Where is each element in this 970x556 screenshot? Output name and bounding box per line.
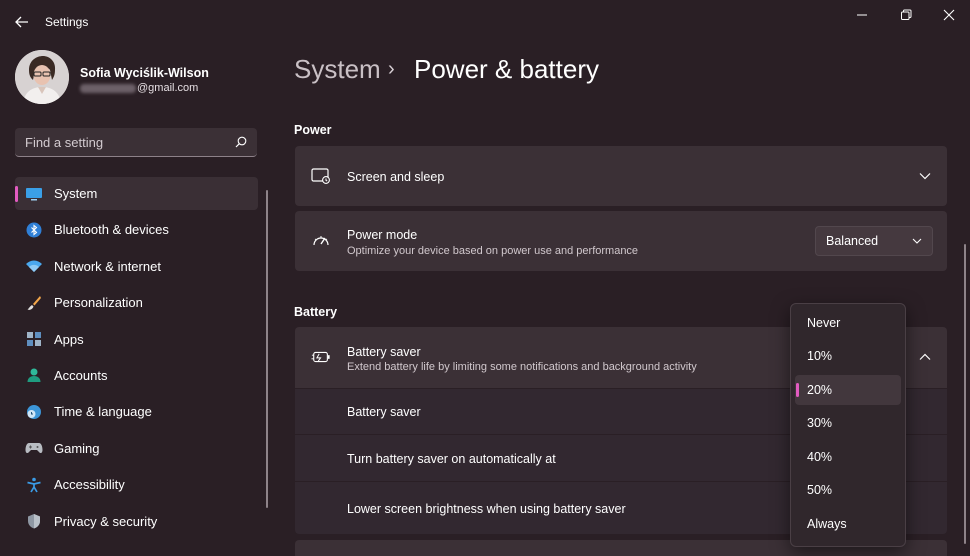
menu-item-40[interactable]: 40%	[795, 442, 901, 472]
auto-battery-saver-label: Turn battery saver on automatically at	[347, 452, 556, 466]
power-mode-value: Balanced	[826, 234, 879, 248]
chevron-up-icon[interactable]	[919, 353, 931, 361]
menu-item-always[interactable]: Always	[795, 509, 901, 539]
breadcrumb-parent[interactable]: System	[294, 54, 381, 85]
restore-icon	[901, 9, 912, 20]
sidebar-item-time-language[interactable]: Time & language	[15, 395, 258, 428]
back-arrow-icon	[15, 16, 28, 28]
battery-saver-subtitle: Extend battery life by limiting some not…	[347, 361, 697, 373]
sidebar-item-privacy-security[interactable]: Privacy & security	[15, 505, 258, 538]
power-mode-subtitle: Optimize your device based on power use …	[347, 245, 639, 257]
search-input[interactable]: Find a setting	[25, 135, 235, 150]
sidebar-nav: System Bluetooth & devices Network & int…	[15, 177, 258, 541]
wifi-icon	[25, 257, 43, 275]
battery-threshold-menu: Never 10% 20% 30% 40% 50% Always	[790, 303, 906, 547]
content-scrollbar[interactable]	[964, 244, 966, 544]
close-button[interactable]	[927, 4, 970, 26]
chevron-down-icon	[912, 238, 922, 244]
title-bar: Settings	[0, 0, 970, 44]
battery-section-title: Battery	[294, 305, 338, 319]
sidebar-item-label: Privacy & security	[54, 513, 158, 529]
menu-item-20[interactable]: 20%	[795, 375, 901, 405]
sidebar-item-gaming[interactable]: Gaming	[15, 432, 258, 465]
email-domain: @gmail.com	[137, 82, 199, 94]
clock-globe-icon	[25, 403, 43, 421]
app-title: Settings	[45, 15, 89, 29]
person-icon	[25, 366, 43, 384]
search-box[interactable]: Find a setting	[15, 128, 257, 157]
sidebar-item-bluetooth-devices[interactable]: Bluetooth & devices	[15, 213, 258, 246]
chevron-down-icon[interactable]	[919, 172, 931, 180]
menu-item-never[interactable]: Never	[795, 308, 901, 338]
battery-saver-icon	[311, 347, 331, 367]
sidebar-item-label: Accounts	[54, 367, 108, 383]
sidebar-item-label: Personalization	[54, 295, 143, 311]
sidebar-item-label: Apps	[54, 331, 84, 347]
user-name: Sofia Wyciślik-Wilson	[80, 66, 209, 80]
breadcrumb-separator: ›	[388, 58, 395, 80]
email-redaction	[80, 83, 136, 93]
apps-icon	[25, 330, 43, 348]
sidebar-item-label: Network & internet	[54, 258, 161, 274]
sidebar-item-label: Accessibility	[54, 477, 125, 493]
search-icon	[235, 136, 247, 148]
power-mode-icon	[311, 230, 331, 250]
screen-sleep-icon	[311, 166, 331, 186]
lower-brightness-label: Lower screen brightness when using batte…	[347, 502, 626, 516]
sidebar-item-network[interactable]: Network & internet	[15, 250, 258, 283]
back-button[interactable]	[10, 10, 34, 34]
screen-sleep-title: Screen and sleep	[347, 170, 445, 184]
menu-item-30[interactable]: 30%	[795, 409, 901, 439]
sidebar-item-label: Bluetooth & devices	[54, 222, 169, 238]
sidebar-item-system[interactable]: System	[15, 177, 258, 210]
sidebar-item-label: System	[54, 186, 98, 201]
sidebar-item-label: Gaming	[54, 440, 100, 456]
sidebar-item-personalization[interactable]: Personalization	[15, 286, 258, 319]
battery-saver-title: Battery saver	[347, 345, 421, 359]
minimize-icon	[857, 14, 867, 16]
restore-button[interactable]	[884, 4, 928, 26]
sidebar-item-label: Time & language	[54, 404, 152, 420]
menu-item-50[interactable]: 50%	[795, 476, 901, 506]
gamepad-icon	[25, 439, 43, 457]
minimize-button[interactable]	[840, 4, 884, 26]
battery-saver-row-label: Battery saver	[347, 405, 421, 419]
close-icon	[943, 9, 955, 21]
brush-icon	[25, 294, 43, 312]
avatar[interactable]	[15, 50, 69, 104]
power-section-title: Power	[294, 123, 332, 137]
power-mode-title: Power mode	[347, 228, 418, 242]
menu-item-10[interactable]: 10%	[795, 342, 901, 372]
bluetooth-icon	[25, 221, 43, 239]
screen-sleep-card[interactable]: Screen and sleep	[295, 146, 947, 206]
power-mode-dropdown[interactable]: Balanced	[815, 226, 933, 256]
page-title: Power & battery	[414, 54, 599, 84]
user-email: @gmail.com	[80, 82, 198, 94]
monitor-icon	[25, 185, 43, 203]
avatar-photo	[15, 50, 69, 104]
sidebar-scrollbar[interactable]	[266, 190, 268, 508]
shield-icon	[25, 512, 43, 530]
accessibility-icon	[25, 476, 43, 494]
sidebar-item-accounts[interactable]: Accounts	[15, 359, 258, 392]
sidebar-item-accessibility[interactable]: Accessibility	[15, 468, 258, 501]
sidebar-item-apps[interactable]: Apps	[15, 323, 258, 356]
